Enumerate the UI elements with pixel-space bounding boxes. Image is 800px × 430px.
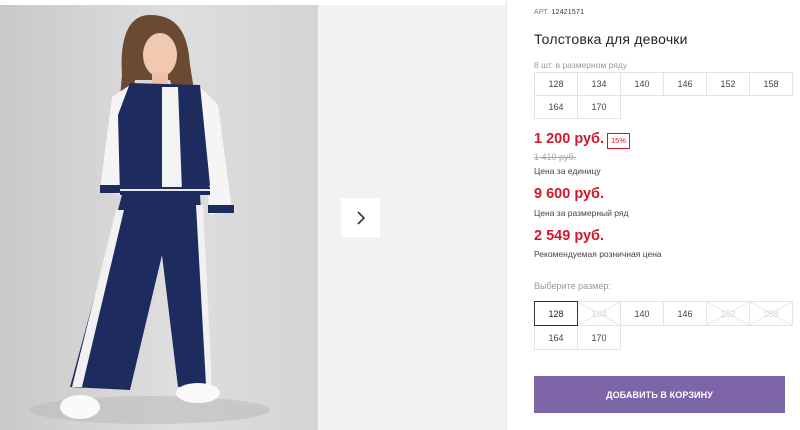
row-price: 9 600 руб.	[534, 186, 605, 202]
size-option-label: 140	[634, 308, 650, 319]
product-page: АРТ. 12421571 Толстовка для девочки 8 шт…	[0, 0, 800, 430]
size-row-cell: 128	[534, 72, 578, 96]
column-divider	[506, 0, 507, 430]
unit-price-label: Цена за единицу	[534, 166, 601, 176]
article-number: АРТ. 12421571	[534, 9, 584, 16]
size-option-140[interactable]: 140	[620, 301, 664, 326]
old-price: 1 410 руб.	[534, 152, 577, 162]
article-value: 12421571	[551, 9, 585, 16]
size-option-158: 158	[749, 301, 793, 326]
retail-price: 2 549 руб.	[534, 228, 605, 244]
chevron-right-icon	[356, 210, 365, 225]
size-row-grid: 128 134 140 146 152 158 164 170	[534, 72, 793, 119]
size-row-cell: 134	[577, 72, 621, 96]
product-title: Толстовка для девочки	[534, 31, 688, 47]
size-option-146[interactable]: 146	[663, 301, 707, 326]
size-option-170[interactable]: 170	[577, 325, 621, 350]
discount-badge: 15%	[607, 133, 631, 149]
size-row-cell: 140	[620, 72, 664, 96]
model-illustration	[30, 15, 270, 424]
size-option-128[interactable]: 128	[534, 301, 578, 326]
row-price-label: Цена за размерный ряд	[534, 208, 629, 218]
unit-price: 1 200 руб.	[534, 131, 605, 147]
size-option-label: 146	[677, 308, 693, 319]
size-row-cell: 170	[577, 95, 621, 119]
size-selector: 128 134 140 146 152 158 164 170	[534, 301, 793, 350]
size-option-label: 152	[720, 308, 736, 319]
product-gallery	[0, 5, 506, 430]
size-row-cell: 158	[749, 72, 793, 96]
size-row-cell: 152	[706, 72, 750, 96]
size-row-note: 8 шт. в размерном ряду	[534, 60, 628, 70]
size-row-cell: 164	[534, 95, 578, 119]
size-option-label: 164	[548, 332, 564, 343]
size-option-label: 134	[591, 308, 607, 319]
size-option-label: 128	[548, 308, 564, 319]
next-image-button[interactable]	[341, 198, 380, 237]
size-option-164[interactable]: 164	[534, 325, 578, 350]
retail-price-label: Рекомендуемая розничная цена	[534, 249, 662, 259]
size-option-134: 134	[577, 301, 621, 326]
size-row-cell: 146	[663, 72, 707, 96]
article-label: АРТ.	[534, 9, 550, 16]
size-option-152: 152	[706, 301, 750, 326]
size-option-label: 170	[591, 332, 607, 343]
product-photo[interactable]	[0, 5, 318, 430]
add-to-cart-button[interactable]: ДОБАВИТЬ В КОРЗИНУ	[534, 376, 785, 413]
size-option-label: 158	[763, 308, 779, 319]
size-select-label: Выберите размер:	[534, 281, 611, 291]
